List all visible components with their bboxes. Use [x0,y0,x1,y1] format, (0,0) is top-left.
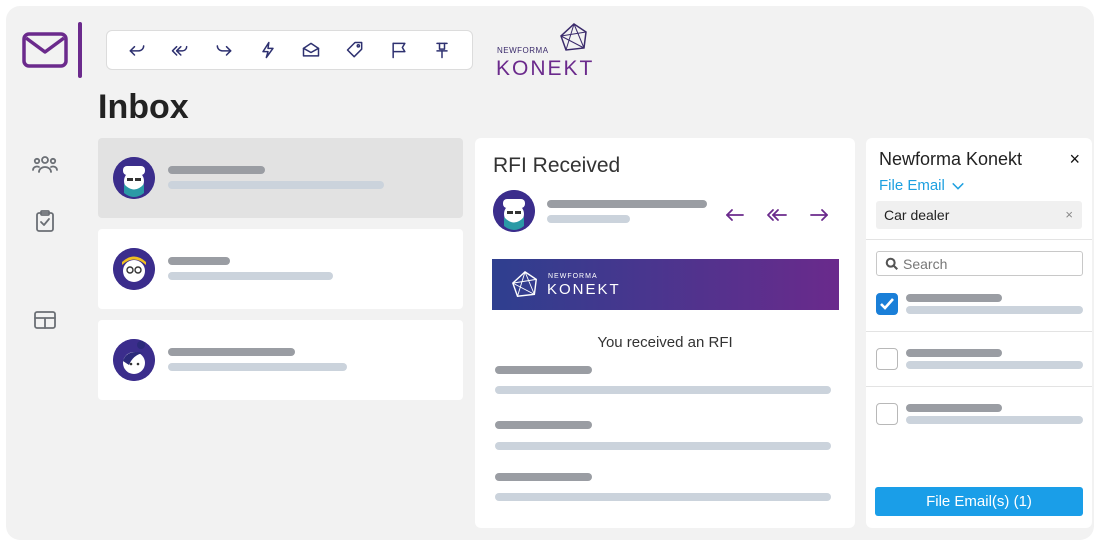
table-icon[interactable] [30,305,60,335]
divider [866,331,1092,332]
reading-pane: RFI Received NEWFORMA KONEKT You receive… [475,138,855,528]
search-icon [885,257,898,270]
chip-remove-icon[interactable]: × [1065,207,1073,222]
logo-big-text: KONEKT [496,57,595,80]
reply-all-icon[interactable] [166,36,194,64]
page-title: Inbox [98,88,189,126]
body-line-placeholder [495,421,592,429]
open-envelope-icon[interactable] [297,36,325,64]
email-subject: RFI Received [493,154,621,177]
pane-title: Newforma Konekt [879,149,1023,169]
project-chip[interactable]: Car dealer × [876,201,1082,229]
subject-placeholder [168,272,333,280]
project-chip-label: Car dealer [884,207,950,223]
avatar [113,339,155,381]
konekt-logo-mark [560,23,587,51]
item-checkbox[interactable] [876,403,898,425]
sender-placeholder [168,166,265,174]
reply-all-icon[interactable] [763,200,791,228]
item-checkbox[interactable] [876,348,898,370]
divider [866,239,1092,240]
sender-placeholder [168,348,295,356]
chevron-down-icon [952,182,964,190]
forward-icon[interactable] [210,36,238,64]
body-line-placeholder [495,442,831,450]
item-subtitle-placeholder [906,361,1083,369]
reply-icon[interactable] [721,200,749,228]
body-line-placeholder [495,386,831,394]
checkmark-icon [880,298,894,310]
avatar [113,248,155,290]
sender-placeholder [168,257,230,265]
avatar [493,190,535,232]
konekt-banner: NEWFORMA KONEKT [492,259,839,310]
avatar [113,157,155,199]
logo-small-text: NEWFORMA [497,46,549,55]
email-body-heading: You received an RFI [597,334,733,351]
file-emails-button[interactable]: File Email(s) (1) [875,487,1083,516]
banner-small-text: NEWFORMA [548,273,598,280]
tag-icon[interactable] [341,36,369,64]
item-subtitle-placeholder [906,306,1083,314]
message-item[interactable] [98,320,463,400]
banner-big-text: KONEKT [547,281,621,298]
file-email-dropdown[interactable]: File Email [879,177,965,194]
search-input[interactable]: Search [876,251,1083,276]
item-subtitle-placeholder [906,416,1083,424]
message-actions [721,200,833,228]
reply-icon[interactable] [123,36,151,64]
sender-email-placeholder [547,215,630,223]
envelope-icon[interactable] [22,32,68,68]
file-email-label: File Email [879,177,945,194]
item-title-placeholder [906,349,1002,357]
body-line-placeholder [495,493,831,501]
body-line-placeholder [495,473,592,481]
header-divider [78,22,82,78]
search-placeholder: Search [903,255,948,272]
close-icon[interactable]: × [1069,149,1080,170]
item-title-placeholder [906,404,1002,412]
toolbar [106,30,473,70]
newforma-konekt-logo: NEWFORMA KONEKT [496,22,596,80]
message-item[interactable] [98,229,463,309]
people-icon[interactable] [30,150,60,180]
pin-icon[interactable] [428,36,456,64]
clipboard-check-icon[interactable] [30,206,60,236]
subject-placeholder [168,363,347,371]
body-line-placeholder [495,366,592,374]
forward-icon[interactable] [805,200,833,228]
sender-placeholder [547,200,707,208]
item-title-placeholder [906,294,1002,302]
subject-placeholder [168,181,384,189]
message-item[interactable] [98,138,463,218]
konekt-pane: Newforma Konekt × File Email Car dealer … [866,138,1092,528]
konekt-logo-mark [511,270,538,298]
lightning-icon[interactable] [254,36,282,64]
divider [866,386,1092,387]
item-checkbox[interactable] [876,293,898,315]
flag-icon[interactable] [385,36,413,64]
